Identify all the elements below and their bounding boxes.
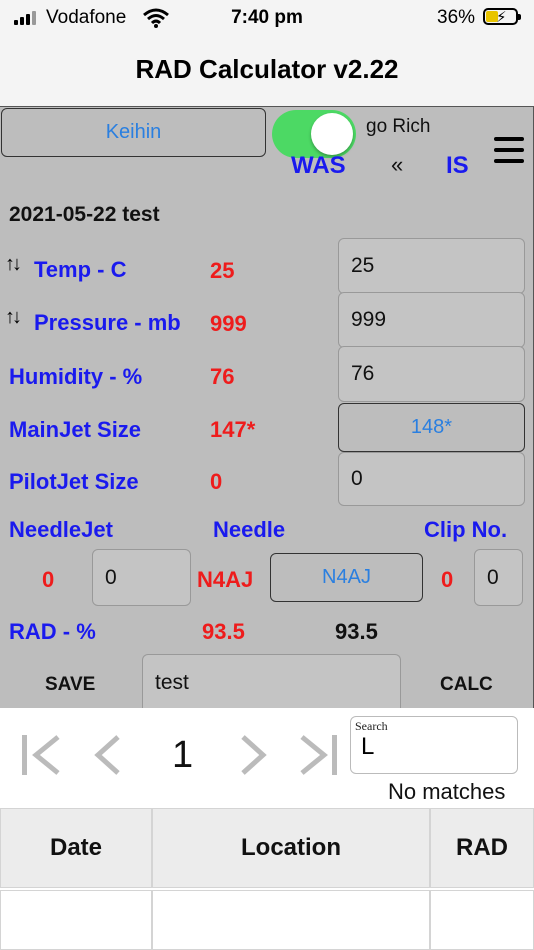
last-page-icon[interactable] (296, 732, 340, 778)
needle-select-button[interactable]: N4AJ (270, 553, 423, 602)
pressure-label: Pressure - mb (34, 310, 181, 335)
was-header: WAS (291, 152, 346, 179)
battery-icon: ⚡ (483, 8, 521, 26)
search-value: L (361, 733, 375, 760)
search-input[interactable]: Search L (350, 716, 518, 774)
needlejet-input[interactable]: 0 (92, 549, 191, 606)
temp-label: Temp - C (34, 257, 127, 282)
search-result-text: No matches (388, 779, 506, 804)
sort-arrows-icon[interactable]: ↑↓ (5, 306, 22, 329)
battery-percent: 36% (437, 7, 476, 28)
calc-button[interactable]: CALC (440, 674, 493, 696)
mainjet-label: MainJet Size (9, 417, 142, 442)
record-title: 2021-05-22 test (9, 203, 160, 226)
pilotjet-label: PilotJet Size (9, 469, 139, 494)
first-page-icon[interactable] (20, 732, 64, 778)
column-header-date[interactable]: Date (0, 808, 152, 888)
rad-was-value: 93.5 (202, 619, 245, 644)
status-bar: Vodafone 7:40 pm 36% ⚡ (0, 0, 534, 38)
rad-is-value: 93.5 (335, 619, 378, 644)
toggle-knob (311, 113, 353, 155)
humidity-label: Humidity - % (9, 364, 143, 389)
table-cell (430, 890, 534, 950)
search-label: Search (355, 719, 388, 733)
swap-arrow[interactable]: « (391, 152, 403, 178)
prev-page-icon[interactable] (92, 732, 124, 778)
nav-bar: RAD Calculator v2.22 (0, 38, 534, 106)
pilotjet-was-value: 0 (210, 469, 223, 494)
is-header: IS (446, 152, 469, 179)
table-cell (152, 890, 430, 950)
humidity-was-value: 76 (210, 364, 235, 389)
sort-arrows-icon[interactable]: ↑↓ (5, 253, 22, 276)
pilotjet-input[interactable]: 0 (338, 452, 525, 506)
column-header-location[interactable]: Location (152, 808, 430, 888)
column-header-rad[interactable]: RAD (430, 808, 534, 888)
needlejet-was-value: 0 (42, 567, 55, 592)
humidity-input[interactable]: 76 (338, 346, 525, 402)
page-number: 1 (172, 734, 194, 776)
mainjet-was-value: 147* (210, 417, 256, 442)
clip-was-value: 0 (441, 567, 454, 592)
save-button[interactable]: SAVE (45, 674, 95, 696)
page-title: RAD Calculator v2.22 (135, 54, 399, 84)
pressure-was-value: 999 (210, 311, 247, 336)
go-rich-label: go Rich (366, 116, 431, 137)
clip-input[interactable]: 0 (474, 549, 523, 606)
temp-input[interactable]: 25 (338, 238, 525, 294)
clip-header: Clip No. (424, 517, 508, 542)
next-page-icon[interactable] (237, 732, 269, 778)
go-rich-toggle[interactable] (272, 110, 356, 158)
mainjet-select-button[interactable]: 148* (338, 403, 525, 452)
record-name-input[interactable]: test (142, 654, 401, 710)
needlejet-header: NeedleJet (9, 517, 113, 542)
hamburger-icon[interactable] (494, 137, 524, 163)
temp-was-value: 25 (210, 258, 235, 283)
pressure-input[interactable]: 999 (338, 292, 525, 348)
table-cell (0, 890, 152, 950)
needle-was-value: N4AJ (197, 567, 254, 592)
rad-label: RAD - % (9, 619, 96, 644)
needle-header: Needle (213, 517, 286, 542)
carb-type-button[interactable]: Keihin (1, 108, 266, 157)
